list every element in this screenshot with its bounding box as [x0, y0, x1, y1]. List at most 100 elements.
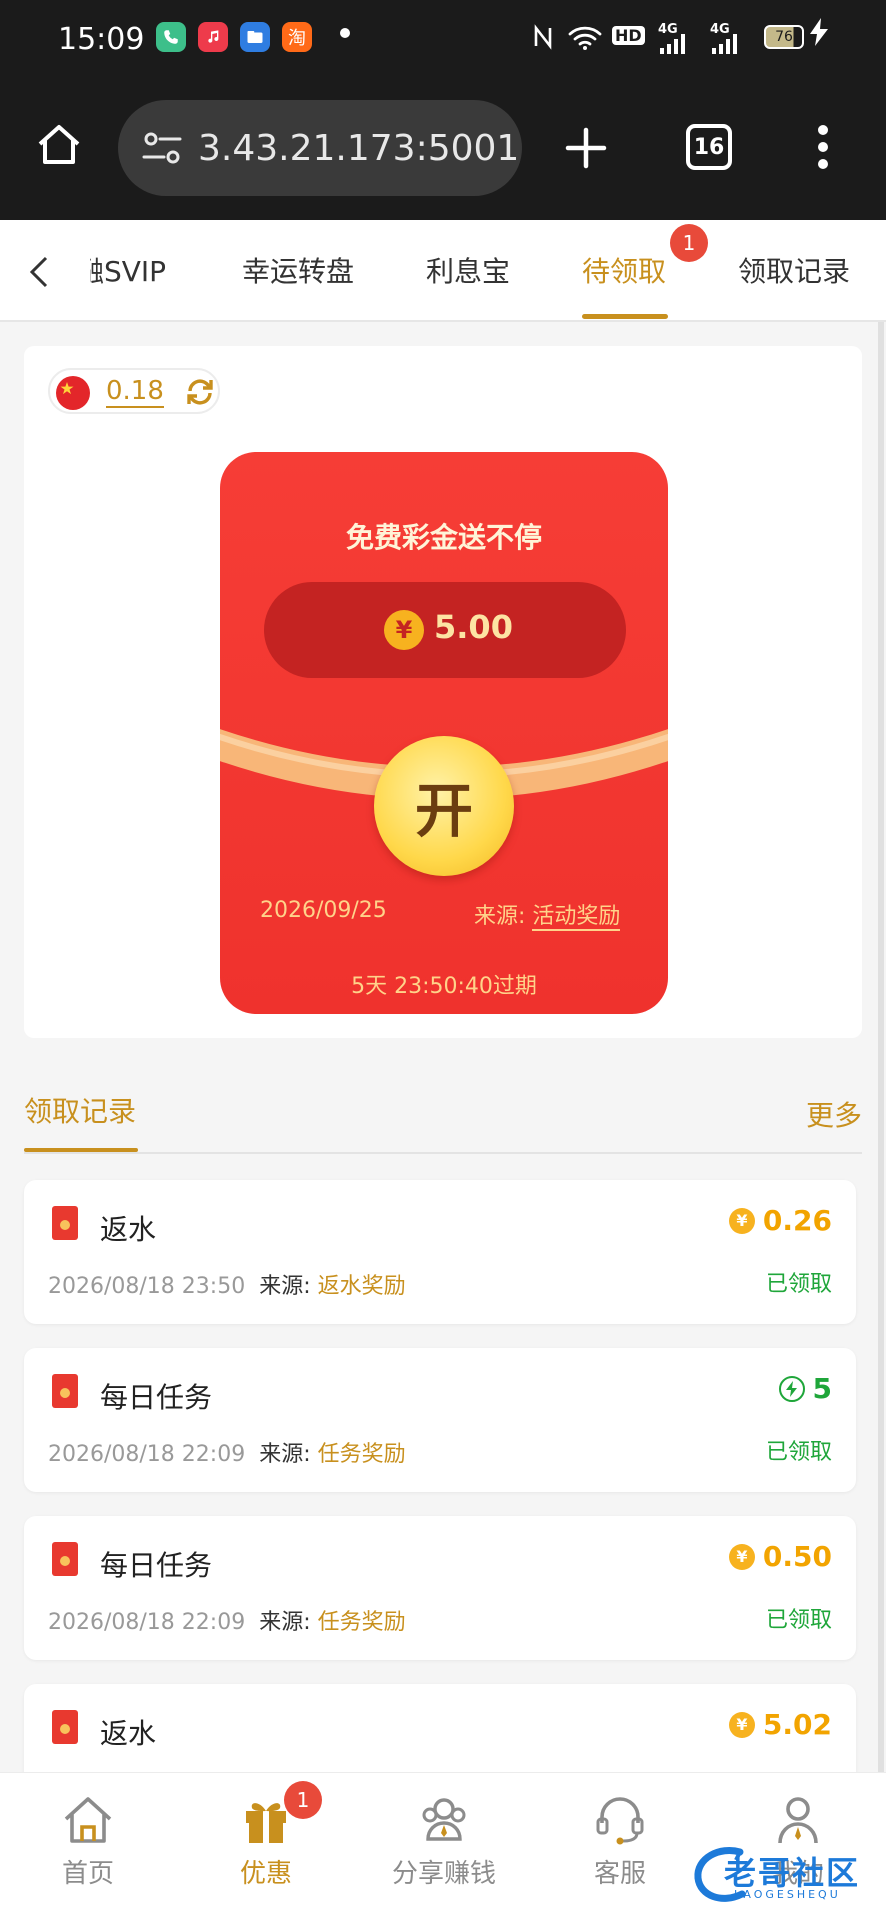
- watermark-subtext: LAOGESHEQU: [734, 1888, 841, 1901]
- category-tabs: 融SVIP 幸运转盘 利息宝 待领取 1 领取记录: [0, 220, 886, 322]
- record-title: 返水: [100, 1717, 157, 1750]
- cell-signal-icon-2: [712, 34, 738, 59]
- url-bar[interactable]: 3.43.21.173:5001: [118, 100, 522, 196]
- scrollbar[interactable]: [878, 322, 884, 1772]
- charging-icon: [810, 18, 828, 53]
- promotions-badge: 1: [284, 1781, 322, 1819]
- music-app-icon: [198, 22, 228, 52]
- record-time: 2026/08/18 22:09: [48, 1442, 246, 1467]
- nav-label: 客服: [593, 1859, 646, 1889]
- record-source: 任务奖励: [317, 1442, 406, 1467]
- tab-svip[interactable]: 融SVIP: [90, 250, 166, 290]
- record-amount-value: 5: [812, 1372, 832, 1405]
- share-people-icon: [422, 1798, 466, 1841]
- tab-interest[interactable]: 利息宝: [426, 250, 510, 290]
- envelope-source-value[interactable]: 活动奖励: [532, 904, 621, 931]
- record-title: 返水: [100, 1213, 157, 1246]
- nav-home[interactable]: 首页: [18, 1789, 158, 1890]
- new-tab-icon[interactable]: [562, 124, 610, 176]
- record-source-label: 来源:: [259, 1274, 318, 1299]
- yen-coin-icon: ¥: [728, 1543, 755, 1570]
- record-amount: 5: [778, 1372, 832, 1405]
- tab-switcher-button[interactable]: 16: [686, 124, 732, 170]
- red-packet-icon: [52, 1206, 78, 1240]
- battery-indicator: 76: [764, 25, 804, 49]
- record-source: 返水奖励: [317, 1274, 406, 1299]
- tab-pending[interactable]: 待领取: [582, 250, 666, 290]
- record-item[interactable]: 返水 ¥0.26 2026/08/18 23:50 来源: 返水奖励 已领取: [24, 1180, 856, 1324]
- record-meta: 2026/08/18 22:09 来源: 任务奖励: [48, 1604, 406, 1636]
- red-packet-icon: [52, 1374, 78, 1408]
- files-app-icon: [240, 22, 270, 52]
- envelope-date: 2026/09/25: [260, 898, 387, 923]
- taobao-app-icon: 淘: [282, 22, 312, 52]
- record-source-label: 来源:: [259, 1442, 318, 1467]
- envelope-expiry: 5天 23:50:40过期: [351, 974, 537, 999]
- record-amount-value: 5.02: [762, 1708, 832, 1741]
- record-amount: ¥5.02: [728, 1708, 832, 1741]
- refresh-icon[interactable]: [184, 376, 216, 416]
- record-title: 每日任务: [100, 1381, 213, 1414]
- yen-coin-icon: ¥: [728, 1711, 755, 1738]
- wifi-icon: [568, 26, 602, 55]
- china-flag-icon: [56, 376, 90, 410]
- yen-coin-icon: ¥: [728, 1207, 755, 1234]
- watermark: 老哥社区 LAOGESHEQU: [690, 1842, 870, 1908]
- tab-claim-records[interactable]: 领取记录: [738, 250, 850, 290]
- url-text: 3.43.21.173:5001: [198, 127, 520, 169]
- nav-label: 首页: [61, 1859, 114, 1889]
- nav-share-earn[interactable]: 分享赚钱: [374, 1789, 514, 1890]
- record-amount-value: 0.50: [762, 1540, 832, 1573]
- browser-menu-icon[interactable]: [816, 124, 830, 174]
- record-title: 每日任务: [100, 1549, 213, 1582]
- nav-customer-service[interactable]: 客服: [550, 1789, 690, 1890]
- envelope-source: 来源: 活动奖励: [474, 898, 621, 931]
- record-time: 2026/08/18 22:09: [48, 1610, 246, 1635]
- envelope-amount: 5.00: [434, 608, 513, 646]
- envelope-title: 免费彩金送不停: [345, 521, 542, 554]
- records-divider: [24, 1152, 862, 1154]
- more-link[interactable]: 更多: [806, 1094, 862, 1134]
- pending-badge: 1: [670, 224, 708, 262]
- balance-value: 0.18: [106, 376, 164, 408]
- record-status: 已领取: [765, 1608, 832, 1633]
- nav-label: 优惠: [239, 1859, 292, 1889]
- record-meta: 2026/08/18 23:50 来源: 返水奖励: [48, 1268, 406, 1300]
- hd-badge: HD: [612, 26, 645, 45]
- balance-pill: 0.18: [48, 368, 220, 414]
- browser-home-icon[interactable]: [34, 120, 84, 174]
- record-time: 2026/08/18 23:50: [48, 1274, 246, 1299]
- record-source: 任务奖励: [317, 1610, 406, 1635]
- red-packet-icon: [52, 1710, 78, 1744]
- status-bar: 15:09 淘 HD 4G 4G 76: [0, 0, 886, 84]
- tab-svip-clip: 融SVIP: [90, 220, 202, 320]
- record-amount: ¥0.50: [728, 1540, 832, 1573]
- open-envelope-button[interactable]: 开: [374, 736, 514, 876]
- energy-bolt-icon: [778, 1375, 805, 1402]
- envelope-source-label: 来源:: [474, 904, 533, 929]
- record-item[interactable]: 每日任务 5 2026/08/18 22:09 来源: 任务奖励 已领取: [24, 1348, 856, 1492]
- record-amount: ¥0.26: [728, 1204, 832, 1237]
- yen-coin-icon: ¥: [384, 610, 424, 650]
- record-status: 已领取: [765, 1440, 832, 1465]
- record-amount-value: 0.26: [762, 1204, 832, 1237]
- nav-label: 分享赚钱: [391, 1859, 496, 1889]
- records-title[interactable]: 领取记录: [24, 1090, 136, 1130]
- records-title-underline: [24, 1148, 138, 1152]
- back-arrow-icon[interactable]: [26, 254, 50, 294]
- red-packet-icon: [52, 1542, 78, 1576]
- site-settings-icon[interactable]: [140, 128, 184, 177]
- phone-app-icon: [156, 22, 186, 52]
- active-tab-indicator: [582, 314, 668, 319]
- status-time: 15:09: [58, 22, 145, 57]
- notification-dot: [340, 28, 350, 38]
- record-item[interactable]: 每日任务 ¥0.50 2026/08/18 22:09 来源: 任务奖励 已领取: [24, 1516, 856, 1660]
- user-icon: [778, 1797, 818, 1844]
- record-status: 已领取: [765, 1272, 832, 1297]
- nfc-icon: [532, 24, 554, 55]
- headset-icon: [596, 1797, 644, 1845]
- red-packet-card: 0.18 免费彩金送不停 ¥ 5.00 开 2026/09/25 来源: 活动奖…: [24, 346, 862, 1038]
- cell-signal-icon: [660, 34, 686, 59]
- red-envelope[interactable]: 免费彩金送不停 ¥ 5.00 开 2026/09/25 来源: 活动奖励 5天 …: [220, 452, 668, 1014]
- tab-lucky-wheel[interactable]: 幸运转盘: [242, 250, 354, 290]
